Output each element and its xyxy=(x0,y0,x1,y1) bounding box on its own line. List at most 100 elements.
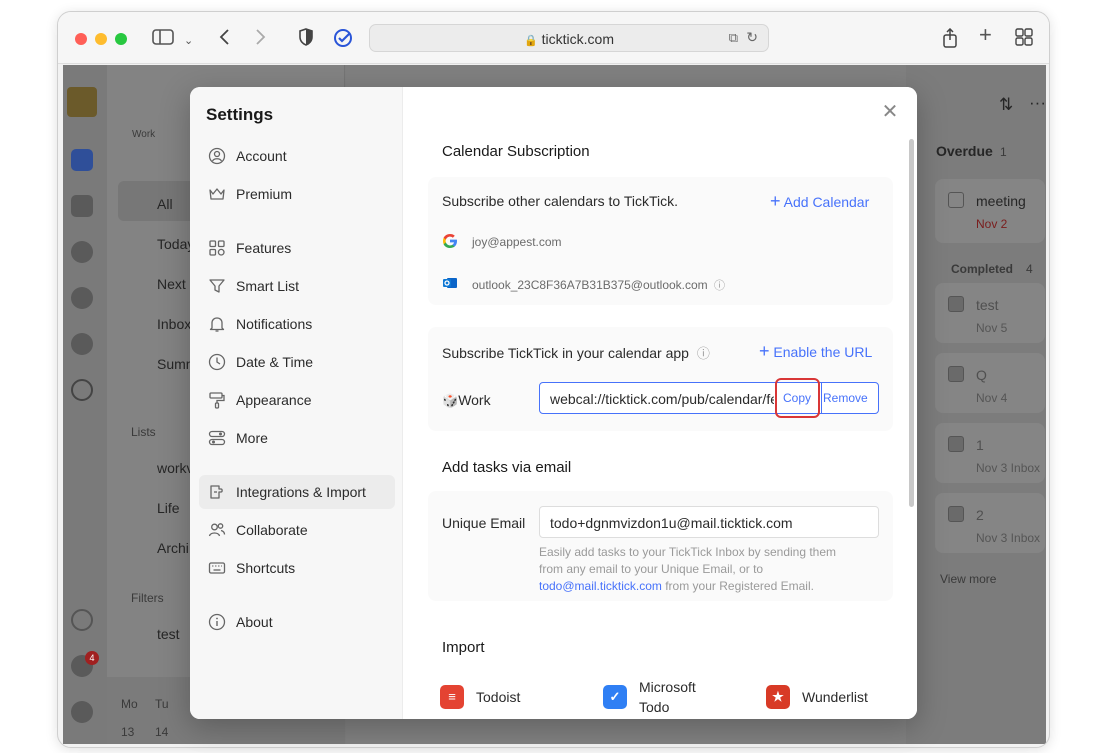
search-icon[interactable] xyxy=(71,379,93,401)
overdue-label[interactable]: Overdue xyxy=(936,143,993,159)
sidebar-toggle-icon[interactable] xyxy=(152,28,174,50)
scrollbar[interactable] xyxy=(909,139,914,507)
remove-button[interactable]: Remove xyxy=(823,391,868,405)
filter-item[interactable]: test xyxy=(157,626,180,642)
task-checkbox[interactable] xyxy=(948,506,964,522)
paint-roller-icon xyxy=(208,391,226,409)
enable-url-button[interactable]: + Enable the URL xyxy=(759,341,872,362)
forward-icon[interactable] xyxy=(253,28,267,50)
maximize-window-button[interactable] xyxy=(115,33,127,45)
app-rail: 4 xyxy=(63,65,107,744)
address-bar[interactable]: 🔒 ticktick.com ⧉ ↻ xyxy=(369,24,769,52)
features-icon xyxy=(208,239,226,257)
task-card[interactable]: 2 Nov 3 Inbox xyxy=(935,493,1045,553)
outlook-account-email: outlook_23C8F36A7B31B375@outlook.com ⓘ xyxy=(472,278,726,292)
back-icon[interactable] xyxy=(218,28,232,50)
avatar[interactable] xyxy=(67,87,97,117)
unique-email-panel: Unique Email todo+dgnmvizdon1u@mail.tick… xyxy=(428,491,893,601)
settings-nav-appearance[interactable]: Appearance xyxy=(199,383,395,417)
help-icon[interactable] xyxy=(71,701,93,723)
settings-nav-account[interactable]: Account xyxy=(199,139,395,173)
task-card[interactable]: meeting Nov 2 xyxy=(935,179,1045,243)
settings-title: Settings xyxy=(206,105,274,124)
pomodoro-icon[interactable] xyxy=(71,287,93,309)
google-icon xyxy=(442,233,460,251)
settings-nav-about[interactable]: About xyxy=(199,605,395,639)
close-icon[interactable]: ✕ xyxy=(879,101,901,123)
nav-inbox[interactable]: Inbox xyxy=(157,316,191,332)
more-icon[interactable]: ··· xyxy=(1029,93,1046,113)
task-meta: Nov 3 Inbox xyxy=(976,461,1041,475)
tasks-icon[interactable] xyxy=(71,149,93,171)
task-checkbox[interactable] xyxy=(948,366,964,382)
task-card[interactable]: test Nov 5 xyxy=(935,283,1045,343)
settings-nav-integrations[interactable]: Integrations & Import xyxy=(199,475,395,509)
import-todoist[interactable]: ≡ Todoist xyxy=(440,681,570,719)
settings-nav-features[interactable]: Features xyxy=(199,231,395,265)
ticktick-extension-icon[interactable] xyxy=(333,28,355,52)
settings-dialog: Settings Account Premium Features Smart … xyxy=(190,87,917,719)
task-title: test xyxy=(976,297,999,313)
task-checkbox[interactable] xyxy=(948,436,964,452)
habit-icon[interactable] xyxy=(71,333,93,355)
task-title: 2 xyxy=(976,507,984,523)
url-text: ticktick.com xyxy=(541,31,615,47)
settings-nav-premium[interactable]: Premium xyxy=(199,177,395,211)
task-checkbox[interactable] xyxy=(948,192,964,208)
translate-icon[interactable]: ⧉ xyxy=(729,30,738,46)
subscribe-ticktick-text: Subscribe TickTick in your calendar app … xyxy=(442,345,710,361)
add-calendar-button[interactable]: + Add Calendar xyxy=(770,191,869,212)
account-icon xyxy=(208,147,226,165)
subscribe-other-panel: Subscribe other calendars to TickTick. +… xyxy=(428,177,893,305)
share-icon[interactable] xyxy=(942,27,958,52)
copy-button[interactable]: Copy xyxy=(783,391,811,405)
people-icon xyxy=(208,521,226,539)
completed-label[interactable]: Completed xyxy=(951,262,1013,276)
calendar-date[interactable]: 14 xyxy=(155,725,168,739)
import-microsoft-todo[interactable]: ✓ Microsoft Todo xyxy=(603,679,733,719)
matrix-icon[interactable] xyxy=(71,241,93,263)
shield-icon[interactable] xyxy=(298,28,314,50)
tab-overview-icon[interactable] xyxy=(1015,28,1033,50)
calendar-url-value[interactable]: webcal://ticktick.com/pub/calendar/feeds… xyxy=(550,391,774,407)
reload-icon[interactable]: ↻ xyxy=(746,29,758,46)
task-checkbox[interactable] xyxy=(948,296,964,312)
list-item[interactable]: Archi xyxy=(157,540,189,556)
calendar-date[interactable]: 13 xyxy=(121,725,134,739)
task-date: Nov 2 xyxy=(976,217,1008,231)
list-item[interactable]: workv xyxy=(157,460,194,476)
settings-nav-notifications[interactable]: Notifications xyxy=(199,307,395,341)
registered-email-link[interactable]: todo@mail.ticktick.com xyxy=(539,579,662,593)
filters-header: Filters xyxy=(131,591,164,605)
plus-icon: + xyxy=(759,341,770,361)
import-wunderlist[interactable]: ★ Wunderlist xyxy=(766,681,896,719)
settings-nav-date-time[interactable]: Date & Time xyxy=(199,345,395,379)
task-card[interactable]: Q Nov 4 xyxy=(935,353,1045,413)
workspace-label[interactable]: Work xyxy=(132,129,155,140)
settings-nav-smart-list[interactable]: Smart List xyxy=(199,269,395,303)
chevron-down-icon[interactable]: ⌄ xyxy=(184,31,193,51)
sync-icon[interactable] xyxy=(71,609,93,631)
help-circle-icon[interactable]: ⓘ xyxy=(697,346,710,361)
add-calendar-label: Add Calendar xyxy=(783,194,870,210)
sort-icon[interactable]: ⇅ xyxy=(999,95,1013,115)
nav-all[interactable]: All xyxy=(157,196,173,212)
browser-toolbar: ⌄ 🔒 ticktick.com ⧉ ↻ + xyxy=(58,12,1049,64)
nav-today[interactable]: Today xyxy=(157,236,194,252)
list-item[interactable]: Life xyxy=(157,500,180,516)
minimize-window-button[interactable] xyxy=(95,33,107,45)
settings-content: ✕ Calendar Subscription Subscribe other … xyxy=(404,87,917,719)
help-circle-icon[interactable]: ⓘ xyxy=(714,280,725,292)
close-window-button[interactable] xyxy=(75,33,87,45)
settings-nav-more[interactable]: More xyxy=(199,421,395,455)
task-card[interactable]: 1 Nov 3 Inbox xyxy=(935,423,1045,483)
settings-nav-collaborate[interactable]: Collaborate xyxy=(199,513,395,547)
unique-email-field[interactable]: todo+dgnmvizdon1u@mail.ticktick.com xyxy=(539,506,879,538)
task-meta: Nov 3 Inbox xyxy=(976,531,1041,545)
settings-nav-shortcuts[interactable]: Shortcuts xyxy=(199,551,395,585)
calendar-icon[interactable] xyxy=(71,195,93,217)
view-more-link[interactable]: View more xyxy=(940,572,996,586)
settings-nav-label: About xyxy=(236,614,273,630)
integrations-icon xyxy=(208,483,226,501)
new-tab-icon[interactable]: + xyxy=(979,24,992,46)
